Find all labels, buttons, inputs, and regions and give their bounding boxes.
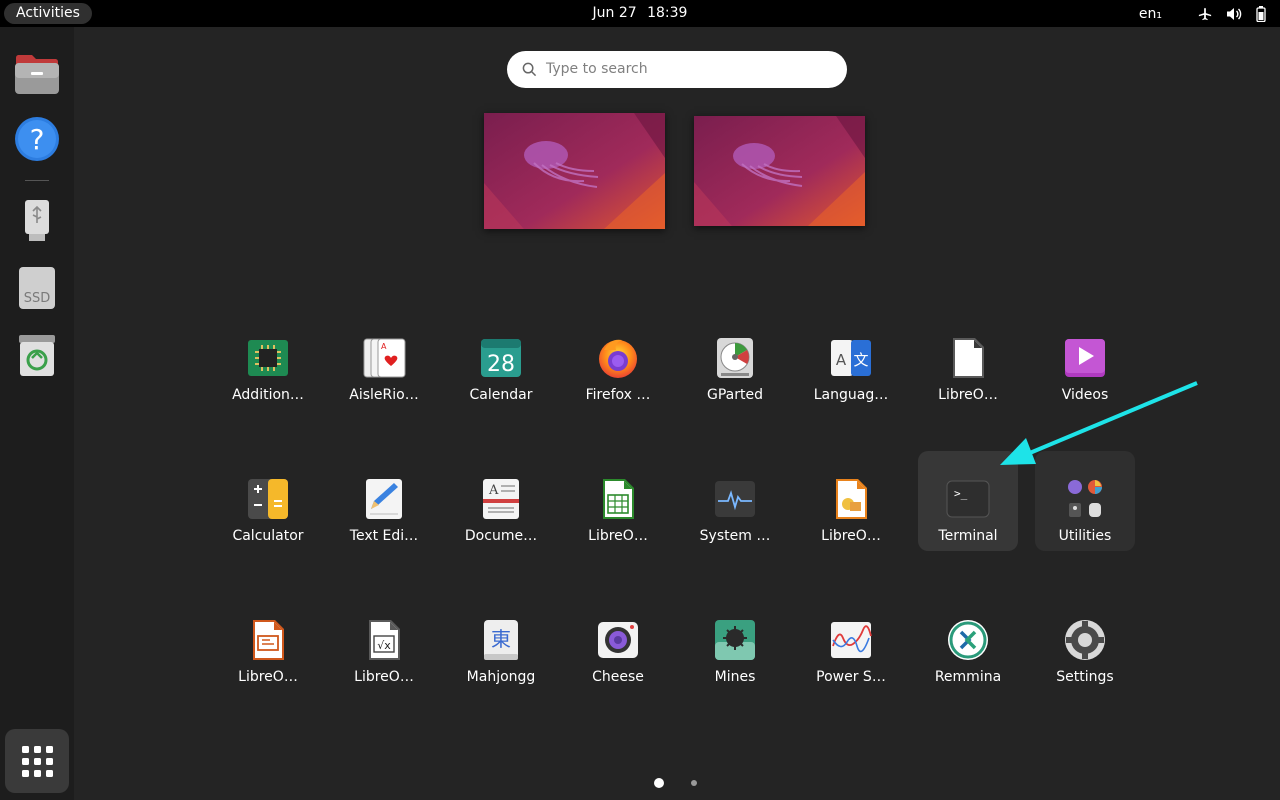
annotation-arrow [1000,381,1198,465]
page-indicator [654,778,704,788]
page-dot-2[interactable] [691,780,697,786]
page-dot-1[interactable] [654,778,664,788]
